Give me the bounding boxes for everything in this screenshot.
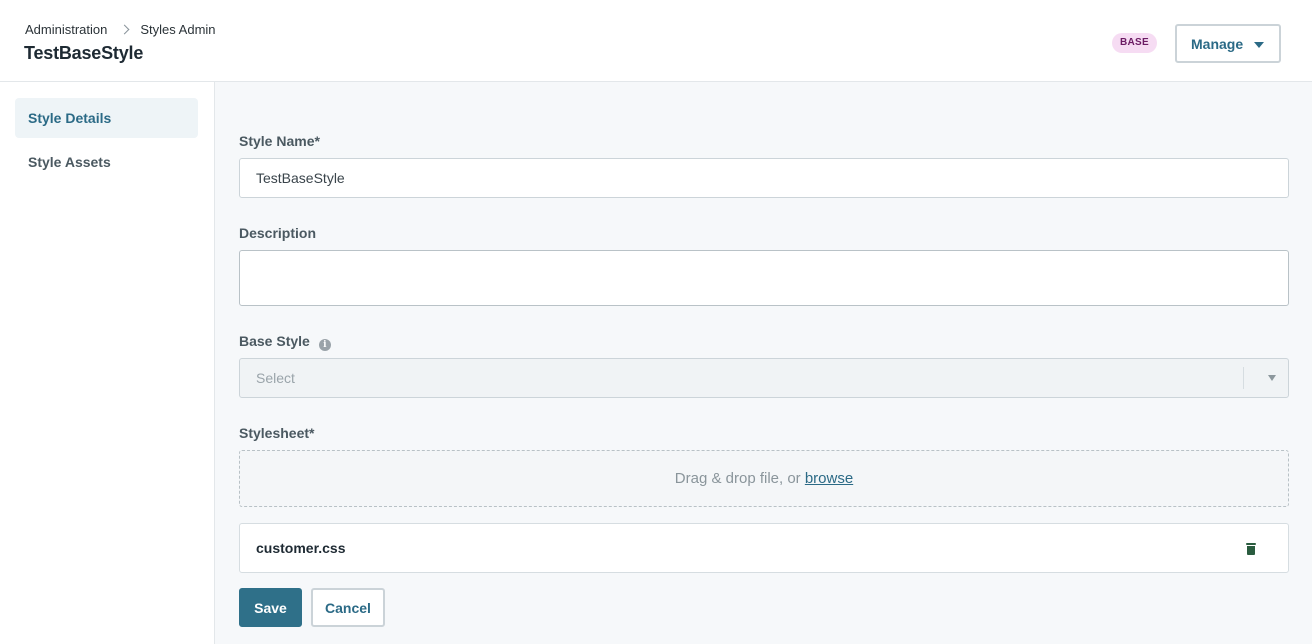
info-icon[interactable]: i xyxy=(318,339,331,351)
description-label: Description xyxy=(239,225,317,241)
caret-down-icon xyxy=(1254,41,1265,48)
manage-button-label: Manage xyxy=(1191,35,1244,52)
sidebar-item-style-assets[interactable]: Style Assets xyxy=(15,142,198,182)
page-title: TestBaseStyle xyxy=(24,43,144,63)
dropzone-text: Drag & drop file, or xyxy=(674,470,801,487)
status-badge: BASE xyxy=(1112,33,1157,53)
file-dropzone[interactable]: Drag & drop file, or browse xyxy=(239,450,1289,507)
style-name-value: TestBaseStyle xyxy=(256,170,345,186)
trash-body xyxy=(1247,546,1255,555)
breadcrumb: Administration Styles Admin xyxy=(25,22,216,37)
select-divider xyxy=(1243,367,1244,389)
chevron-right-icon xyxy=(119,24,130,35)
sidebar: Style Details Style Assets xyxy=(0,82,215,644)
style-details-form: Style Name* TestBaseStyle Description Ba… xyxy=(215,82,1312,644)
base-style-select[interactable]: Select xyxy=(239,358,1289,398)
sidebar-item-style-details[interactable]: Style Details xyxy=(15,98,198,138)
trash-icon[interactable] xyxy=(1246,543,1256,555)
stylesheet-label: Stylesheet* xyxy=(239,425,315,441)
breadcrumb-administration[interactable]: Administration xyxy=(25,22,107,37)
base-style-label-text: Base Style xyxy=(239,333,310,349)
uploaded-file-row: customer.css xyxy=(239,523,1289,573)
cancel-button[interactable]: Cancel xyxy=(311,588,385,627)
breadcrumb-styles-admin[interactable]: Styles Admin xyxy=(140,22,215,37)
chevron-down-icon[interactable] xyxy=(1268,375,1276,381)
page-header: Administration Styles Admin TestBaseStyl… xyxy=(0,0,1312,82)
base-style-label: Base Style i xyxy=(239,333,331,351)
save-button[interactable]: Save xyxy=(239,588,302,627)
base-style-placeholder: Select xyxy=(256,370,295,386)
browse-link[interactable]: browse xyxy=(805,470,853,487)
trash-lid xyxy=(1246,543,1256,545)
file-name: customer.css xyxy=(256,540,346,556)
style-name-input[interactable]: TestBaseStyle xyxy=(239,158,1289,198)
style-name-label: Style Name* xyxy=(239,133,320,149)
manage-button[interactable]: Manage xyxy=(1175,24,1281,63)
description-input[interactable] xyxy=(239,250,1289,306)
